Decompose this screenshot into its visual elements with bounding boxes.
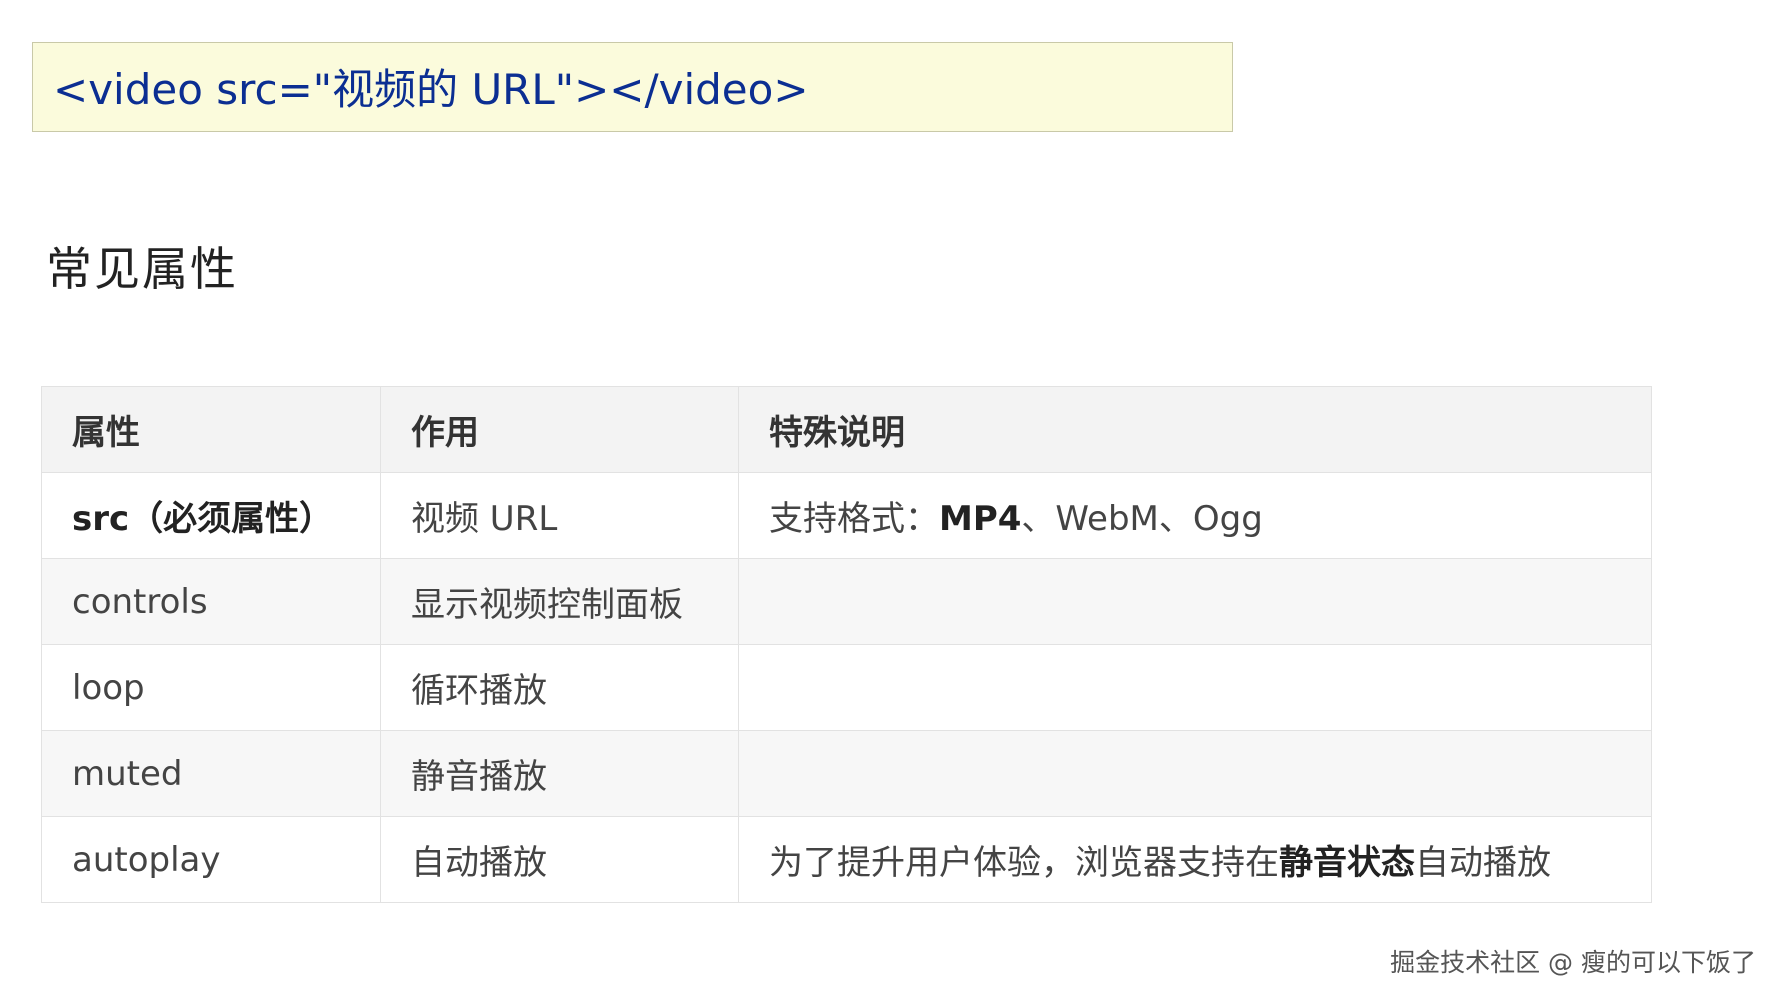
cell-effect: 显示视频控制面板 xyxy=(380,558,739,645)
header-attribute: 属性 xyxy=(41,386,381,473)
note-suffix: 自动播放 xyxy=(1415,843,1551,883)
table-row: autoplay 自动播放 为了提升用户体验，浏览器支持在静音状态自动播放 xyxy=(41,816,1652,903)
header-note: 特殊说明 xyxy=(738,386,1652,473)
cell-effect: 自动播放 xyxy=(380,816,739,903)
table-row: controls 显示视频控制面板 xyxy=(41,558,1652,645)
note-bold: MP4 xyxy=(939,499,1022,539)
table-row: loop 循环播放 xyxy=(41,644,1652,731)
table-row: muted 静音播放 xyxy=(41,730,1652,817)
page: <video src="视频的 URL"></video> 常见属性 属性 作用… xyxy=(0,0,1772,1002)
code-text: <video src="视频的 URL"></video> xyxy=(53,65,809,114)
table-row: src（必须属性） 视频 URL 支持格式：MP4、WebM、Ogg xyxy=(41,472,1652,559)
code-block: <video src="视频的 URL"></video> xyxy=(32,42,1233,132)
cell-note: 为了提升用户体验，浏览器支持在静音状态自动播放 xyxy=(738,816,1652,903)
cell-note xyxy=(738,730,1652,817)
cell-attribute: autoplay xyxy=(41,816,381,903)
cell-attribute: controls xyxy=(41,558,381,645)
note-prefix: 为了提升用户体验，浏览器支持在 xyxy=(769,843,1279,883)
cell-attribute: muted xyxy=(41,730,381,817)
note-prefix: 支持格式： xyxy=(769,499,939,539)
header-effect: 作用 xyxy=(380,386,739,473)
attribute-name: src（必须属性） xyxy=(72,499,334,539)
attributes-table: 属性 作用 特殊说明 src（必须属性） 视频 URL 支持格式：MP4、Web… xyxy=(41,386,1652,903)
cell-note: 支持格式：MP4、WebM、Ogg xyxy=(738,472,1652,559)
cell-note xyxy=(738,558,1652,645)
table-header-row: 属性 作用 特殊说明 xyxy=(41,386,1652,473)
cell-attribute: loop xyxy=(41,644,381,731)
section-title: 常见属性 xyxy=(46,242,238,296)
note-suffix: 、WebM、Ogg xyxy=(1021,499,1263,539)
cell-effect: 静音播放 xyxy=(380,730,739,817)
cell-effect: 视频 URL xyxy=(380,472,739,559)
cell-effect: 循环播放 xyxy=(380,644,739,731)
cell-note xyxy=(738,644,1652,731)
note-bold: 静音状态 xyxy=(1279,843,1415,883)
cell-attribute: src（必须属性） xyxy=(41,472,381,559)
watermark: 掘金技术社区 @ 瘦的可以下饭了 xyxy=(1390,948,1756,977)
